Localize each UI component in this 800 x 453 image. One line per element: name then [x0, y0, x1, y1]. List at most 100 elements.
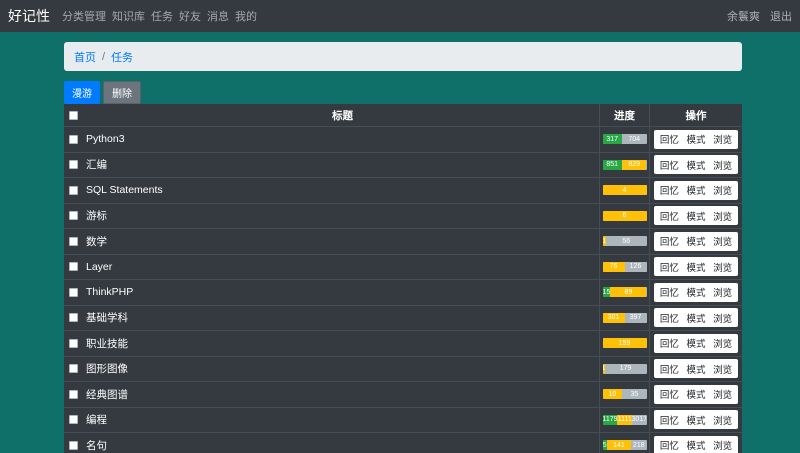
progress-bar: 851 829 [602, 159, 647, 170]
row-checkbox[interactable] [68, 236, 78, 246]
breadcrumb: 首页 / 任务 [64, 42, 742, 71]
mode-button[interactable]: 模式 [686, 183, 705, 197]
browse-button[interactable]: 浏览 [713, 209, 732, 223]
nav-link-category[interactable]: 分类管理 [62, 8, 106, 24]
row-title[interactable]: 图形图像 [82, 356, 600, 381]
row-checkbox[interactable] [68, 134, 78, 144]
row-title[interactable]: 职业技能 [82, 331, 600, 356]
row-checkbox-cell [64, 160, 82, 170]
action-group: 回忆 模式 浏览 [654, 257, 738, 277]
action-group: 回忆 模式 浏览 [654, 333, 738, 353]
row-actions: 回忆 模式 浏览 [650, 408, 742, 433]
progress-bar: 1179 1111 3017 [602, 414, 647, 425]
recall-button[interactable]: 回忆 [660, 158, 679, 172]
recall-button[interactable]: 回忆 [660, 311, 679, 325]
recall-button[interactable]: 回忆 [660, 413, 679, 427]
row-title[interactable]: 经典图谱 [82, 382, 600, 407]
recall-button[interactable]: 回忆 [660, 336, 679, 350]
recall-button[interactable]: 回忆 [660, 183, 679, 197]
action-group: 回忆 模式 浏览 [654, 129, 738, 149]
row-actions: 回忆 模式 浏览 [650, 433, 742, 453]
row-checkbox[interactable] [68, 262, 78, 272]
row-title[interactable]: 汇编 [82, 152, 600, 177]
mode-button[interactable]: 模式 [686, 311, 705, 325]
table-row: Layer 76 126 回忆 模式 浏览 [64, 253, 742, 279]
progress-segment: 179 [604, 363, 647, 374]
browse-button[interactable]: 浏览 [713, 260, 732, 274]
browse-button[interactable]: 浏览 [713, 234, 732, 248]
browse-button[interactable]: 浏览 [713, 362, 732, 376]
row-title[interactable]: Layer [82, 254, 600, 279]
row-checkbox[interactable] [68, 287, 78, 297]
mode-button[interactable]: 模式 [686, 362, 705, 376]
progress-segment: 10 [602, 389, 623, 400]
breadcrumb-current[interactable]: 任务 [111, 49, 133, 65]
row-checkbox[interactable] [68, 313, 78, 323]
browse-button[interactable]: 浏览 [713, 413, 732, 427]
progress-bar: 10 35 [602, 389, 647, 400]
row-title[interactable]: 游标 [82, 203, 600, 228]
mode-button[interactable]: 模式 [686, 285, 705, 299]
select-all-checkbox[interactable] [68, 110, 78, 120]
row-title[interactable]: 基础学科 [82, 305, 600, 330]
recall-button[interactable]: 回忆 [660, 285, 679, 299]
mode-button[interactable]: 模式 [686, 132, 705, 146]
row-title[interactable]: 编程 [82, 407, 600, 432]
mode-button[interactable]: 模式 [686, 413, 705, 427]
browse-button[interactable]: 浏览 [713, 183, 732, 197]
browse-button[interactable]: 浏览 [713, 311, 732, 325]
mode-button[interactable]: 模式 [686, 209, 705, 223]
action-group: 回忆 模式 浏览 [654, 231, 738, 251]
row-checkbox[interactable] [68, 338, 78, 348]
row-checkbox[interactable] [68, 160, 78, 170]
delete-button[interactable]: 删除 [103, 81, 141, 104]
row-title[interactable]: Python3 [82, 127, 600, 152]
nav-link-knowledge[interactable]: 知识库 [112, 8, 145, 24]
breadcrumb-home[interactable]: 首页 [74, 49, 96, 65]
row-progress: 6 [600, 203, 650, 228]
mode-button[interactable]: 模式 [686, 438, 705, 452]
mode-button[interactable]: 模式 [686, 336, 705, 350]
row-title[interactable]: 数学 [82, 229, 600, 254]
row-checkbox[interactable] [68, 185, 78, 195]
browse-button[interactable]: 浏览 [713, 158, 732, 172]
recall-button[interactable]: 回忆 [660, 209, 679, 223]
logout-link[interactable]: 退出 [770, 8, 792, 24]
recall-button[interactable]: 回忆 [660, 234, 679, 248]
user-name[interactable]: 余鬟爽 [727, 8, 760, 24]
row-actions: 回忆 模式 浏览 [650, 229, 742, 254]
row-title[interactable]: 名句 [82, 433, 600, 453]
browse-button[interactable]: 浏览 [713, 438, 732, 452]
browse-button[interactable]: 浏览 [713, 387, 732, 401]
header-title: 标题 [82, 104, 600, 126]
recall-button[interactable]: 回忆 [660, 387, 679, 401]
row-progress: 4 [600, 178, 650, 203]
nav-link-messages[interactable]: 消息 [207, 8, 229, 24]
recall-button[interactable]: 回忆 [660, 260, 679, 274]
row-checkbox[interactable] [68, 364, 78, 374]
nav-link-mine[interactable]: 我的 [235, 8, 257, 24]
row-checkbox[interactable] [68, 211, 78, 221]
recall-button[interactable]: 回忆 [660, 438, 679, 452]
browse-button[interactable]: 浏览 [713, 285, 732, 299]
brand-logo[interactable]: 好记性 [8, 6, 50, 26]
mode-button[interactable]: 模式 [686, 158, 705, 172]
nav-link-tasks[interactable]: 任务 [151, 8, 173, 24]
row-title[interactable]: SQL Statements [82, 178, 600, 203]
nav-link-friends[interactable]: 好友 [179, 8, 201, 24]
row-checkbox[interactable] [68, 415, 78, 425]
browse-button[interactable]: 浏览 [713, 336, 732, 350]
action-group: 回忆 模式 浏览 [654, 410, 738, 430]
row-checkbox[interactable] [68, 440, 78, 450]
roam-button[interactable]: 漫游 [64, 81, 100, 104]
browse-button[interactable]: 浏览 [713, 132, 732, 146]
recall-button[interactable]: 回忆 [660, 132, 679, 146]
row-checkbox[interactable] [68, 389, 78, 399]
toolbar: 漫游 删除 [64, 81, 141, 104]
mode-button[interactable]: 模式 [686, 234, 705, 248]
recall-button[interactable]: 回忆 [660, 362, 679, 376]
breadcrumb-separator: / [102, 50, 106, 63]
row-title[interactable]: ThinkPHP [82, 280, 600, 305]
mode-button[interactable]: 模式 [686, 387, 705, 401]
mode-button[interactable]: 模式 [686, 260, 705, 274]
